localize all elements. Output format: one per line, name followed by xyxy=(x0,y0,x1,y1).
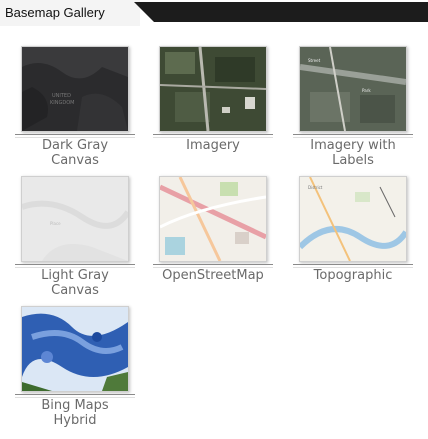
tile-divider xyxy=(15,394,135,398)
topographic-thumbnail[interactable]: District xyxy=(299,176,407,262)
basemap-tile-bing-maps-hybrid[interactable]: Bing Maps Hybrid xyxy=(10,306,140,428)
tile-label-line1: Imagery with xyxy=(310,138,396,153)
header-decorative-bar xyxy=(134,2,428,22)
tile-divider xyxy=(15,134,135,138)
basemap-tile-light-gray-canvas[interactable]: Place Light Gray Canvas xyxy=(10,176,140,298)
tile-label-line1: Dark Gray xyxy=(41,138,109,153)
basemap-tile-dark-gray-canvas[interactable]: UNITED KINGDOM Dark Gray Canvas xyxy=(10,46,140,168)
dark-gray-canvas-thumbnail[interactable]: UNITED KINGDOM xyxy=(21,46,129,132)
tile-divider xyxy=(293,134,413,138)
imagery-with-labels-thumbnail[interactable]: Street Park xyxy=(299,46,407,132)
light-gray-canvas-thumbnail[interactable]: Place xyxy=(21,176,129,262)
svg-text:KINGDOM: KINGDOM xyxy=(50,100,74,106)
svg-text:Place: Place xyxy=(50,221,61,226)
basemap-tile-imagery[interactable]: Imagery xyxy=(148,46,278,153)
svg-text:Park: Park xyxy=(362,88,371,93)
tile-label-line2: Canvas xyxy=(51,153,99,168)
tile-label-line2: Hybrid xyxy=(53,413,97,428)
basemap-tile-imagery-with-labels[interactable]: Street Park Imagery with Labels xyxy=(288,46,418,168)
openstreetmap-thumbnail[interactable] xyxy=(159,176,267,262)
tile-label-line2: Canvas xyxy=(51,283,99,298)
svg-text:Street: Street xyxy=(308,58,321,63)
tile-label-line1: Imagery xyxy=(186,138,240,153)
tile-label-line1: Light Gray xyxy=(41,268,109,283)
gallery-title: Basemap Gallery xyxy=(0,0,140,26)
tile-divider xyxy=(153,264,273,268)
basemap-tile-topographic[interactable]: District Topographic xyxy=(288,176,418,283)
tile-label-line1: OpenStreetMap xyxy=(162,268,264,283)
bing-maps-hybrid-thumbnail[interactable] xyxy=(21,306,129,392)
tile-label-line1: Bing Maps xyxy=(41,398,109,413)
svg-text:District: District xyxy=(308,185,323,190)
svg-text:UNITED: UNITED xyxy=(52,93,71,99)
tile-label-line1: Topographic xyxy=(313,268,393,283)
imagery-thumbnail[interactable] xyxy=(159,46,267,132)
tile-divider xyxy=(153,134,273,138)
basemap-tile-openstreetmap[interactable]: OpenStreetMap xyxy=(148,176,278,283)
gallery-header: Basemap Gallery xyxy=(0,0,428,26)
tile-label-line2: Labels xyxy=(332,153,374,168)
tile-divider xyxy=(293,264,413,268)
tile-divider xyxy=(15,264,135,268)
